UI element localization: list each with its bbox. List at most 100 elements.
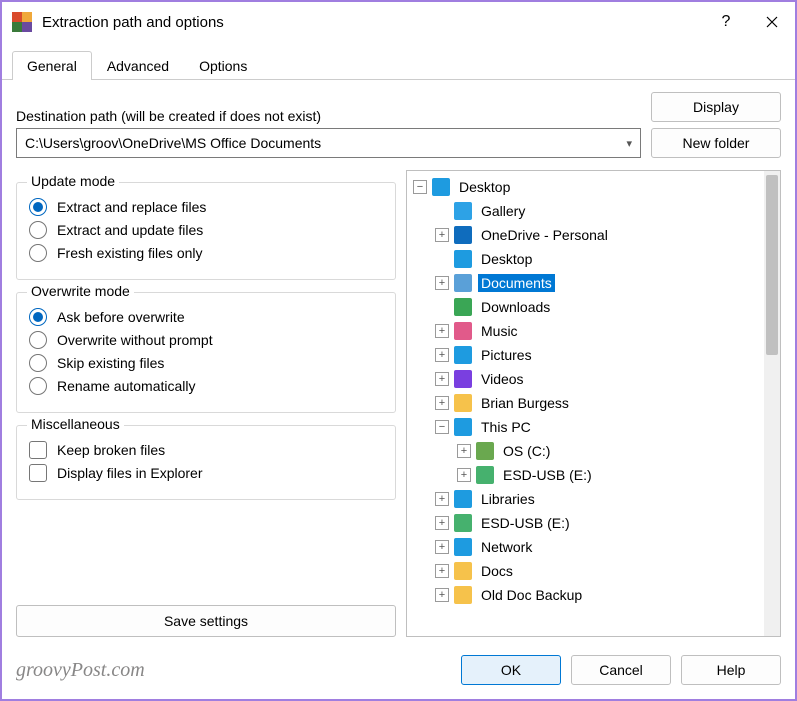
tab-strip: General Advanced Options xyxy=(2,48,795,80)
tree-node[interactable]: + OneDrive - Personal xyxy=(407,223,764,247)
save-settings-button[interactable]: Save settings xyxy=(16,605,396,637)
overwrite-mode-option-2[interactable]: Skip existing files xyxy=(29,354,383,372)
overwrite-mode-label-0: Ask before overwrite xyxy=(57,309,185,325)
tree-node[interactable]: +Documents xyxy=(407,271,764,295)
videos-icon xyxy=(454,370,472,388)
tree-node[interactable]: Desktop xyxy=(407,247,764,271)
overwrite-mode-option-1[interactable]: Overwrite without prompt xyxy=(29,331,383,349)
radio-icon[interactable] xyxy=(29,377,47,395)
tree-node[interactable]: +Pictures xyxy=(407,343,764,367)
help-footer-button[interactable]: Help xyxy=(681,655,781,685)
tree-node[interactable]: Downloads xyxy=(407,295,764,319)
tree-node[interactable]: + Old Doc Backup xyxy=(407,583,764,607)
expand-icon[interactable]: + xyxy=(435,516,449,530)
checkbox-icon[interactable] xyxy=(29,441,47,459)
tree-node[interactable]: +Brian Burgess xyxy=(407,391,764,415)
update-mode-label-0: Extract and replace files xyxy=(57,199,206,215)
tree-node[interactable]: − Desktop xyxy=(407,175,764,199)
expand-icon[interactable]: + xyxy=(457,468,471,482)
expand-icon[interactable]: + xyxy=(435,540,449,554)
tree-node-label: Desktop xyxy=(456,178,513,196)
tree-node[interactable]: − This PC xyxy=(407,415,764,439)
tree-node-label: OneDrive - Personal xyxy=(478,226,611,244)
thispc-icon xyxy=(454,418,472,436)
tree-node[interactable]: + Docs xyxy=(407,559,764,583)
radio-icon[interactable] xyxy=(29,331,47,349)
cancel-button[interactable]: Cancel xyxy=(571,655,671,685)
ok-button[interactable]: OK xyxy=(461,655,561,685)
watermark-text: groovyPost.com xyxy=(16,659,451,682)
folder-icon xyxy=(454,586,472,604)
radio-icon[interactable] xyxy=(29,198,47,216)
tab-general[interactable]: General xyxy=(12,51,92,80)
radio-icon[interactable] xyxy=(29,244,47,262)
new-folder-button[interactable]: New folder xyxy=(651,128,781,158)
tree-node-label: This PC xyxy=(478,418,534,436)
expander-spacer xyxy=(435,204,449,218)
scrollbar-thumb[interactable] xyxy=(766,175,778,355)
overwrite-mode-label-2: Skip existing files xyxy=(57,355,164,371)
misc-option-1[interactable]: Display files in Explorer xyxy=(29,464,383,482)
pictures-icon xyxy=(454,346,472,364)
radio-icon[interactable] xyxy=(29,308,47,326)
overwrite-mode-group: Overwrite mode Ask before overwriteOverw… xyxy=(16,292,396,413)
expand-icon[interactable]: + xyxy=(435,564,449,578)
overwrite-mode-option-3[interactable]: Rename automatically xyxy=(29,377,383,395)
update-mode-label-2: Fresh existing files only xyxy=(57,245,203,261)
update-mode-option-2[interactable]: Fresh existing files only xyxy=(29,244,383,262)
checkbox-icon[interactable] xyxy=(29,464,47,482)
expand-icon[interactable]: + xyxy=(435,372,449,386)
expand-icon[interactable]: + xyxy=(435,396,449,410)
desktop-icon xyxy=(454,250,472,268)
update-mode-option-1[interactable]: Extract and update files xyxy=(29,221,383,239)
collapse-icon[interactable]: − xyxy=(435,420,449,434)
help-button[interactable]: ? xyxy=(703,2,749,42)
expand-icon[interactable]: + xyxy=(435,492,449,506)
tree-node[interactable]: +OS (C:) xyxy=(407,439,764,463)
expand-icon[interactable]: + xyxy=(457,444,471,458)
overwrite-mode-label-1: Overwrite without prompt xyxy=(57,332,213,348)
update-mode-option-0[interactable]: Extract and replace files xyxy=(29,198,383,216)
tree-node[interactable]: + ESD-USB (E:) xyxy=(407,511,764,535)
usb-icon xyxy=(454,514,472,532)
collapse-icon[interactable]: − xyxy=(413,180,427,194)
chevron-down-icon: ▾ xyxy=(626,137,632,150)
onedrive-icon xyxy=(454,226,472,244)
tree-node[interactable]: + ESD-USB (E:) xyxy=(407,463,764,487)
tree-node-label: Old Doc Backup xyxy=(478,586,585,604)
expand-icon[interactable]: + xyxy=(435,324,449,338)
documents-icon xyxy=(454,274,472,292)
expand-icon[interactable]: + xyxy=(435,348,449,362)
radio-icon[interactable] xyxy=(29,354,47,372)
misc-label-0: Keep broken files xyxy=(57,442,165,458)
tree-node-label: Desktop xyxy=(478,250,535,268)
tree-node-label: ESD-USB (E:) xyxy=(500,466,595,484)
libraries-icon xyxy=(454,490,472,508)
overwrite-mode-option-0[interactable]: Ask before overwrite xyxy=(29,308,383,326)
expand-icon[interactable]: + xyxy=(435,276,449,290)
tab-advanced[interactable]: Advanced xyxy=(92,51,184,80)
destination-path-label: Destination path (will be created if doe… xyxy=(16,108,641,124)
expand-icon[interactable]: + xyxy=(435,588,449,602)
update-mode-label-1: Extract and update files xyxy=(57,222,203,238)
title-bar: Extraction path and options ? xyxy=(2,2,795,42)
tree-node-label: Libraries xyxy=(478,490,538,508)
tab-options[interactable]: Options xyxy=(184,51,262,80)
folder-icon xyxy=(454,562,472,580)
tree-node[interactable]: +Network xyxy=(407,535,764,559)
tree-scrollbar[interactable] xyxy=(764,171,780,636)
radio-icon[interactable] xyxy=(29,221,47,239)
expand-icon[interactable]: + xyxy=(435,228,449,242)
overwrite-mode-legend: Overwrite mode xyxy=(27,283,134,299)
close-button[interactable] xyxy=(749,2,795,42)
tree-node[interactable]: + Libraries xyxy=(407,487,764,511)
tree-node[interactable]: +Music xyxy=(407,319,764,343)
display-button[interactable]: Display xyxy=(651,92,781,122)
tree-node[interactable]: Gallery xyxy=(407,199,764,223)
misc-option-0[interactable]: Keep broken files xyxy=(29,441,383,459)
tree-node-label: ESD-USB (E:) xyxy=(478,514,573,532)
tree-node[interactable]: +Videos xyxy=(407,367,764,391)
folder-icon xyxy=(454,394,472,412)
tree-node-label: Docs xyxy=(478,562,516,580)
destination-path-combobox[interactable]: C:\Users\groov\OneDrive\MS Office Docume… xyxy=(16,128,641,158)
